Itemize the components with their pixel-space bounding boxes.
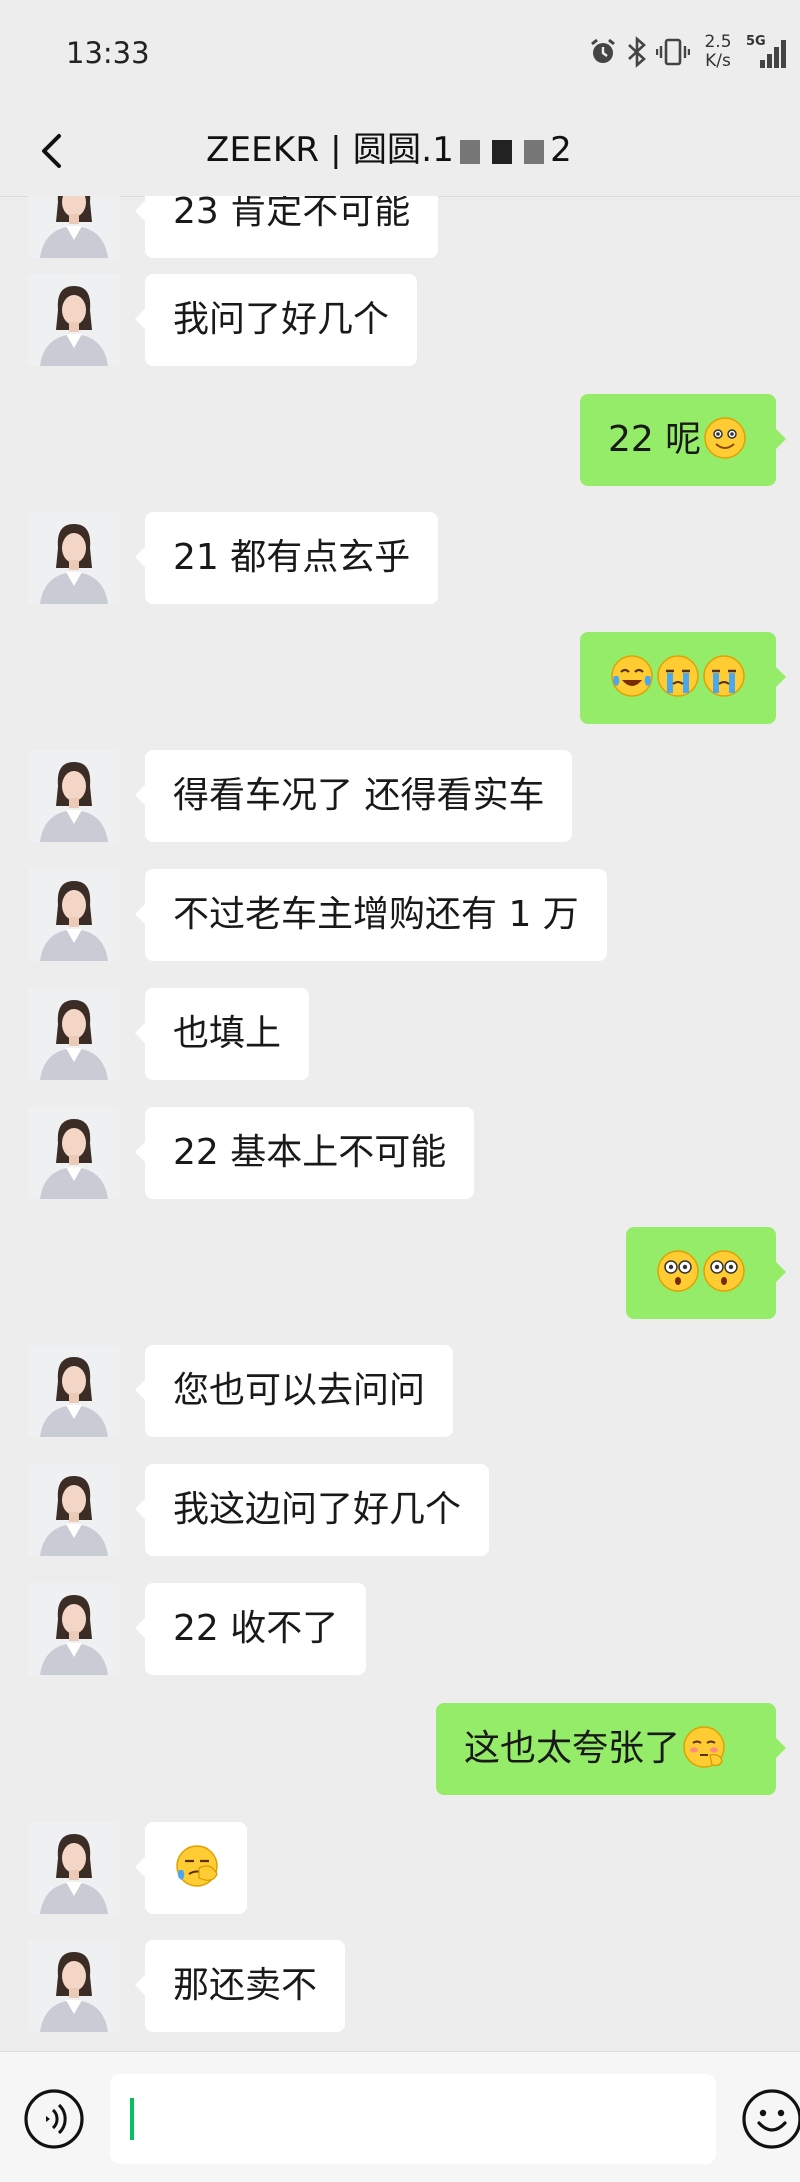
input-bar	[0, 2051, 800, 2182]
tears-of-joy-emoji	[611, 655, 653, 697]
received-message-bubble[interactable]: 23 肯定不可能	[134, 196, 439, 258]
message-text: 22 收不了	[173, 1608, 339, 1649]
received-message-bubble[interactable]: 您也可以去问问	[134, 1345, 454, 1437]
shocked-emoji	[703, 1250, 745, 1292]
smile-emoji	[704, 417, 747, 459]
received-message-bubble[interactable]: 也填上	[134, 988, 310, 1080]
vibrate-icon	[656, 38, 690, 66]
message-text: 那还卖不	[173, 1965, 318, 2006]
message-row: 您也可以去问问	[0, 1345, 800, 1437]
chat-title: ZEEKR | 圆圆.1 2	[206, 122, 572, 171]
message-text: 也填上	[173, 1013, 282, 1054]
chat-title-suffix: 2	[550, 130, 572, 170]
contact-avatar[interactable]	[28, 1940, 120, 2032]
contact-avatar[interactable]	[28, 869, 120, 961]
status-icons: 2.5 K/s 5G	[588, 30, 790, 74]
message-text: 22 呢	[608, 419, 702, 460]
message-row: 22 收不了	[0, 1583, 800, 1675]
received-message-bubble[interactable]: 21 都有点玄乎	[134, 512, 439, 604]
received-message-bubble[interactable]: 不过老车主增购还有 1 万	[135, 869, 607, 961]
message-text: 得看车况了 还得看实车	[173, 775, 545, 816]
message-row: 那还卖不	[0, 1940, 800, 2032]
message-text: 不过老车主增购还有 1 万	[173, 894, 579, 935]
sent-message-bubble[interactable]	[580, 632, 786, 724]
chat-header: ZEEKR | 圆圆.1 2	[0, 108, 800, 197]
emoji-icon[interactable]	[740, 2087, 800, 2151]
facepalm-emoji	[176, 1845, 218, 1887]
message-row: 我问了好几个	[0, 274, 800, 366]
message-row	[0, 1227, 800, 1319]
contact-avatar[interactable]	[28, 512, 120, 604]
network-speed: 2.5 K/s	[698, 33, 738, 71]
contact-avatar[interactable]	[28, 750, 120, 842]
message-row: 得看车况了 还得看实车	[0, 750, 800, 842]
message-text: 23 肯定不可能	[173, 196, 411, 232]
crying-emoji	[703, 655, 745, 697]
message-text: 22 基本上不可能	[173, 1132, 447, 1173]
message-text: 我这边问了好几个	[173, 1489, 462, 1530]
message-row	[0, 1822, 800, 1914]
message-text: 我问了好几个	[173, 299, 390, 340]
sent-message-bubble[interactable]: 这也太夸张了	[436, 1703, 786, 1795]
contact-avatar[interactable]	[28, 1822, 120, 1914]
crying-emoji	[657, 655, 699, 697]
alarm-icon	[591, 38, 615, 63]
sent-message-bubble[interactable]: 22 呢	[580, 394, 786, 486]
network-speed-value: 2.5	[704, 32, 732, 52]
message-row: 23 肯定不可能	[0, 196, 800, 258]
contact-avatar[interactable]	[28, 274, 120, 366]
text-cursor	[130, 2098, 134, 2140]
message-row: 不过老车主增购还有 1 万	[0, 869, 800, 961]
message-text: 21 都有点玄乎	[173, 537, 411, 578]
chevron-left-icon[interactable]	[28, 126, 78, 176]
received-message-bubble[interactable]	[135, 1822, 247, 1914]
contact-avatar[interactable]	[28, 1345, 120, 1437]
bluetooth-icon	[628, 36, 646, 68]
contact-avatar[interactable]	[28, 1107, 120, 1199]
signal-indicator: 5G	[746, 34, 790, 70]
received-message-bubble[interactable]: 得看车况了 还得看实车	[134, 750, 573, 842]
signal-icon	[760, 40, 786, 68]
message-row: 这也太夸张了	[0, 1703, 800, 1795]
contact-avatar[interactable]	[28, 1583, 120, 1675]
received-message-bubble[interactable]: 我问了好几个	[134, 274, 418, 366]
message-row	[0, 632, 800, 724]
contact-avatar[interactable]	[28, 988, 120, 1080]
shocked-emoji	[657, 1250, 699, 1292]
message-row: 21 都有点玄乎	[0, 512, 800, 604]
message-list[interactable]: 23 肯定不可能 我问了好几个 22 呢 21 都有点玄乎 得看车况了 还得看实…	[0, 196, 800, 2051]
redaction-mark	[460, 139, 481, 164]
received-message-bubble[interactable]: 22 收不了	[134, 1583, 367, 1675]
message-row: 22 基本上不可能	[0, 1107, 800, 1199]
redaction-mark	[492, 139, 513, 164]
message-text: 您也可以去问问	[173, 1370, 426, 1411]
received-message-bubble[interactable]: 我这边问了好几个	[134, 1464, 490, 1556]
received-message-bubble[interactable]: 22 基本上不可能	[134, 1107, 475, 1199]
message-text: 这也太夸张了	[464, 1728, 681, 1769]
message-input[interactable]	[110, 2074, 716, 2164]
redaction-mark	[524, 139, 545, 164]
status-bar: 13:33 2.5 K/s 5G	[0, 0, 800, 108]
message-row: 22 呢	[0, 394, 800, 486]
chat-title-text: ZEEKR | 圆圆.1	[206, 130, 455, 170]
voice-icon[interactable]	[22, 2087, 86, 2151]
status-time: 13:33	[66, 36, 150, 70]
shy-emoji	[683, 1726, 725, 1768]
contact-avatar[interactable]	[28, 1464, 120, 1556]
received-message-bubble[interactable]: 那还卖不	[134, 1940, 346, 2032]
message-row: 我这边问了好几个	[0, 1464, 800, 1556]
sent-message-bubble[interactable]	[626, 1227, 786, 1319]
message-row: 也填上	[0, 988, 800, 1080]
contact-avatar[interactable]	[28, 196, 120, 258]
network-speed-unit: K/s	[705, 51, 731, 71]
